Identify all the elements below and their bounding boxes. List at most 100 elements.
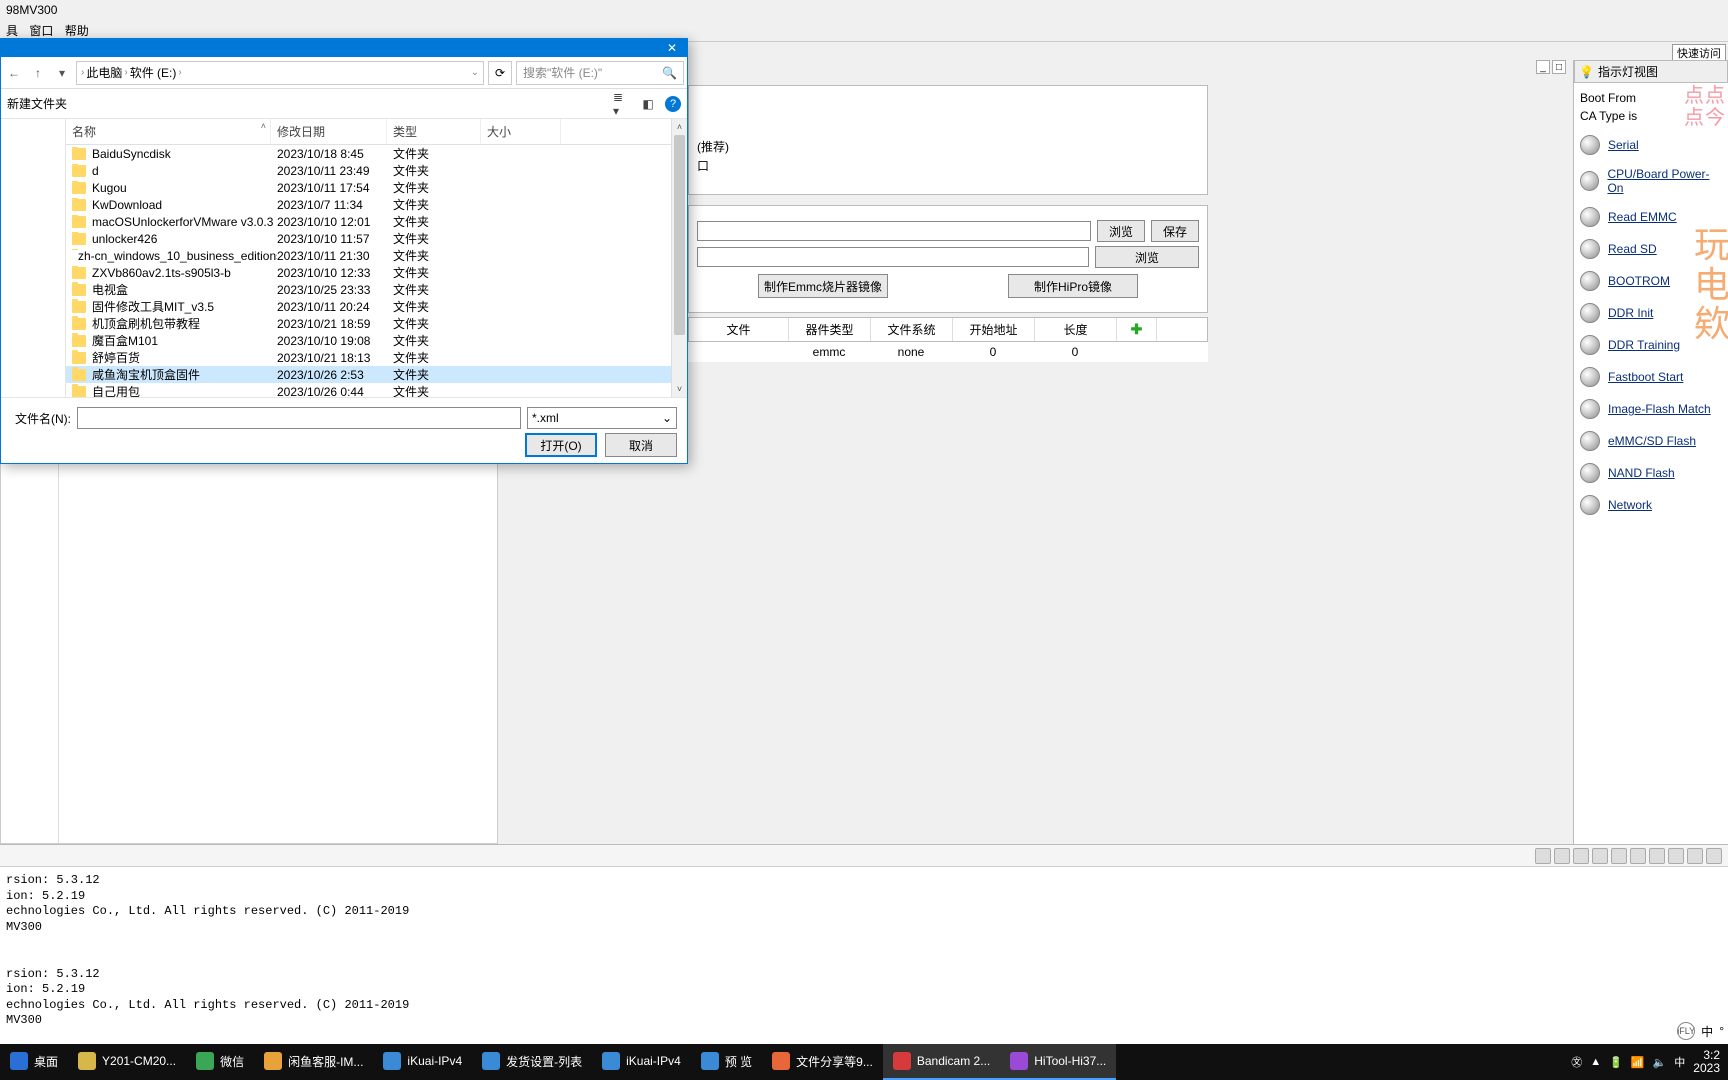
filename-input[interactable] (77, 407, 521, 429)
col-type[interactable]: 类型 (387, 119, 481, 144)
view-list-icon[interactable]: ≣ ▾ (613, 95, 631, 113)
indicator-link[interactable]: Read SD (1608, 242, 1657, 256)
tray-icon[interactable]: 📶 (1631, 1056, 1645, 1069)
toolbar-icon[interactable] (1649, 848, 1665, 864)
file-row[interactable]: KwDownload2023/10/7 11:34文件夹 (66, 196, 671, 213)
taskbar-item[interactable]: 闲鱼客服-IM... (254, 1044, 373, 1080)
file-row[interactable]: 魔百盒M1012023/10/10 19:08文件夹 (66, 332, 671, 349)
menu-item[interactable]: 窗口 (29, 24, 53, 38)
tray-ime[interactable]: 中 (1674, 1054, 1685, 1070)
toolbar-icon[interactable] (1668, 848, 1684, 864)
up-button[interactable]: ↑ (28, 62, 48, 84)
plus-icon[interactable]: ✚ (1131, 321, 1143, 337)
breadcrumb-item[interactable]: 此电脑 (86, 64, 122, 81)
scrollbar[interactable]: ˄ ˅ (671, 119, 687, 397)
sort-asc-icon[interactable]: ˄ (261, 121, 266, 131)
file-row[interactable]: d2023/10/11 23:49文件夹 (66, 162, 671, 179)
menu-item[interactable]: 帮助 (65, 24, 89, 38)
file-row[interactable]: unlocker4262023/10/10 11:57文件夹 (66, 230, 671, 247)
file-row[interactable]: 咸鱼淘宝机顶盒固件2023/10/26 2:53文件夹 (66, 366, 671, 383)
path-input[interactable] (697, 221, 1091, 241)
toolbar-icon[interactable] (1573, 848, 1589, 864)
tray-icon[interactable]: 🔈 (1653, 1056, 1667, 1069)
help-icon[interactable]: ? (665, 96, 681, 112)
save-button[interactable]: 保存 (1151, 220, 1199, 242)
minimize-icon[interactable]: _ (1536, 60, 1550, 74)
indicator-link[interactable]: Image-Flash Match (1608, 402, 1711, 416)
indicator-link[interactable]: Network (1608, 498, 1652, 512)
refresh-button[interactable]: ⟳ (488, 61, 512, 85)
ime-lang[interactable]: 中 (1701, 1023, 1713, 1040)
col-add[interactable]: ✚ (1117, 318, 1157, 341)
indicator-link[interactable]: CPU/Board Power-On (1607, 167, 1722, 195)
path-input[interactable] (697, 247, 1089, 267)
file-row[interactable]: 机顶盒刷机包带教程2023/10/21 18:59文件夹 (66, 315, 671, 332)
maximize-icon[interactable]: □ (1552, 60, 1566, 74)
taskbar-item[interactable]: HiTool-Hi37... (1000, 1044, 1116, 1080)
tray-icon[interactable]: ㉆ (1571, 1054, 1582, 1070)
taskbar-item[interactable]: Y201-CM20... (68, 1044, 186, 1080)
col-date[interactable]: 修改日期 (271, 119, 387, 144)
filetype-select[interactable]: *.xml⌄ (527, 407, 677, 429)
file-row[interactable]: BaiduSyncdisk2023/10/18 8:45文件夹 (66, 145, 671, 162)
indicator-link[interactable]: eMMC/SD Flash (1608, 434, 1696, 448)
indicator-link[interactable]: DDR Init (1608, 306, 1653, 320)
file-columns[interactable]: 名称 ˄ 修改日期 类型 大小 (66, 119, 671, 145)
taskbar-item[interactable]: 预 览 (691, 1044, 762, 1080)
tray-icon[interactable]: 🔋 (1609, 1056, 1623, 1069)
file-list[interactable]: BaiduSyncdisk2023/10/18 8:45文件夹d2023/10/… (66, 145, 671, 397)
scroll-up-icon[interactable]: ˄ (672, 119, 687, 135)
search-icon[interactable]: 🔍 (662, 66, 677, 80)
recent-button[interactable]: ▾ (52, 62, 72, 84)
toolbar-icon[interactable] (1687, 848, 1703, 864)
dialog-titlebar[interactable]: ✕ (1, 39, 687, 57)
indicator-link[interactable]: BOOTROM (1608, 274, 1670, 288)
dialog-sidebar[interactable] (1, 119, 66, 397)
col-size[interactable]: 大小 (481, 119, 561, 144)
back-button[interactable]: ← (4, 62, 24, 84)
close-button[interactable]: ✕ (657, 39, 687, 57)
new-folder-button[interactable]: 新建文件夹 (7, 95, 67, 112)
system-tray[interactable]: ㉆ ▲ 🔋 📶 🔈 中 3:2 2023 (1563, 1049, 1728, 1075)
browse-button[interactable]: 浏览 (1095, 246, 1199, 268)
tray-icon[interactable]: ▲ (1590, 1056, 1601, 1068)
file-row[interactable]: 舒婷百货2023/10/21 18:13文件夹 (66, 349, 671, 366)
scroll-thumb[interactable] (674, 135, 685, 335)
indicator-link[interactable]: DDR Training (1608, 338, 1680, 352)
taskbar-item[interactable]: iKuai-IPv4 (373, 1044, 472, 1080)
scroll-down-icon[interactable]: ˅ (672, 381, 687, 397)
file-row[interactable]: 电视盒2023/10/25 23:33文件夹 (66, 281, 671, 298)
taskbar-item[interactable]: 桌面 (0, 1044, 68, 1080)
ime-icon[interactable]: iFLY (1677, 1022, 1695, 1040)
breadcrumb[interactable]: › 此电脑 › 软件 (E:) › ⌄ (76, 61, 484, 85)
toolbar-icon[interactable] (1630, 848, 1646, 864)
toolbar-icon[interactable] (1554, 848, 1570, 864)
taskbar-item[interactable]: 文件分享等9... (762, 1044, 883, 1080)
indicator-link[interactable]: NAND Flash (1608, 466, 1675, 480)
toolbar-icon[interactable] (1611, 848, 1627, 864)
taskbar-item[interactable]: Bandicam 2... (883, 1044, 1000, 1080)
search-input[interactable]: 搜索"软件 (E:)" 🔍 (516, 61, 684, 85)
indicator-link[interactable]: Serial (1608, 138, 1639, 152)
make-hipro-button[interactable]: 制作HiPro镜像 (1008, 274, 1138, 298)
file-row[interactable]: zh-cn_windows_10_business_editions_...20… (66, 247, 671, 264)
toolbar-icon[interactable] (1592, 848, 1608, 864)
file-row[interactable]: Kugou2023/10/11 17:54文件夹 (66, 179, 671, 196)
taskbar-item[interactable]: 微信 (186, 1044, 254, 1080)
toolbar-icon[interactable] (1706, 848, 1722, 864)
file-row[interactable]: 自己用包2023/10/26 0:44文件夹 (66, 383, 671, 397)
menu-item[interactable]: 具 (6, 24, 18, 38)
taskbar-item[interactable]: iKuai-IPv4 (592, 1044, 691, 1080)
toolbar-icon[interactable] (1535, 848, 1551, 864)
make-emmc-button[interactable]: 制作Emmc烧片器镜像 (758, 274, 888, 298)
indicator-link[interactable]: Fastboot Start (1608, 370, 1683, 384)
open-button[interactable]: 打开(O) (525, 433, 597, 457)
taskbar-item[interactable]: 发货设置-列表 (472, 1044, 592, 1080)
preview-pane-icon[interactable]: ◧ (639, 95, 657, 113)
indicator-link[interactable]: Read EMMC (1608, 210, 1677, 224)
file-row[interactable]: ZXVb860av2.1ts-s905l3-b2023/10/10 12:33文… (66, 264, 671, 281)
file-row[interactable]: 固件修改工具MIT_v3.52023/10/11 20:24文件夹 (66, 298, 671, 315)
file-row[interactable]: macOSUnlockerforVMware v3.0.32023/10/10 … (66, 213, 671, 230)
chevron-down-icon[interactable]: ⌄ (471, 67, 479, 78)
browse-button[interactable]: 浏览 (1097, 220, 1145, 242)
